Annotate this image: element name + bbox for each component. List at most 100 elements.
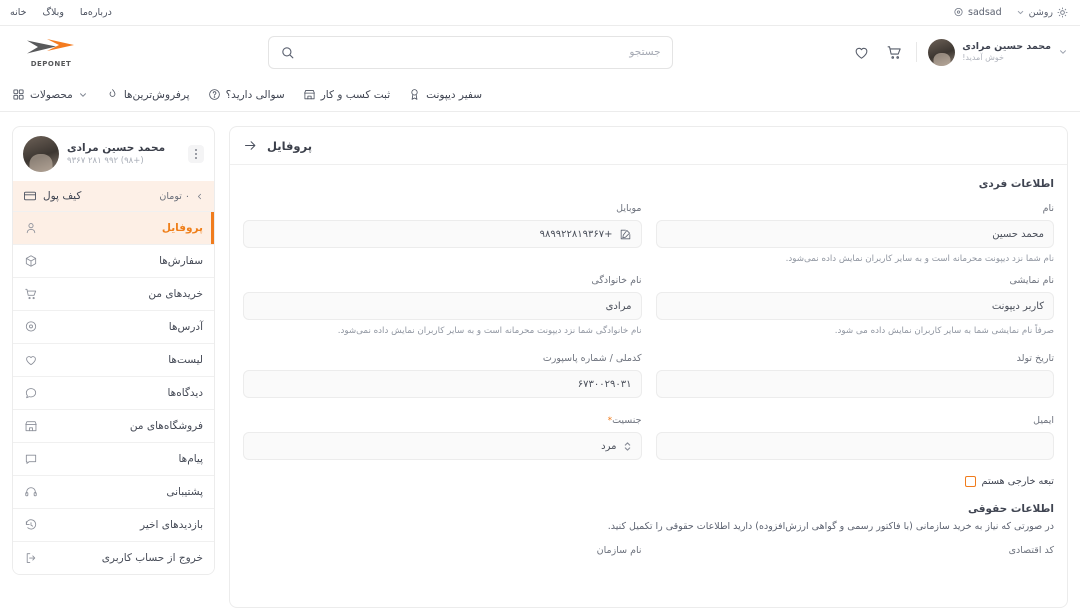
foreign-national-label: تبعه خارجی هستم	[981, 476, 1054, 488]
profile-form: اطلاعات فردی نام محمد حسین نام شما نزد د…	[230, 165, 1067, 571]
top-utility-bar: روشن sadsad درباره‌ما وبلاگ خانه	[0, 0, 1080, 26]
comment-icon	[24, 386, 38, 400]
topbar-link-blog[interactable]: وبلاگ	[43, 7, 64, 18]
sidebar-item-addresses[interactable]: آدرس‌ها	[13, 310, 214, 343]
account-sidebar: محمد حسین مرادی (+۹۸) ۹۹۲ ۲۸۱ ۹۳۶۷ ۰ توم…	[12, 126, 215, 575]
display-name-input[interactable]: کاربر دیپونت	[655, 292, 1054, 321]
field-first-name: نام محمد حسین نام شما نزد دیپونت محرمانه…	[655, 203, 1054, 266]
field-econ-code: کد اقتصادی	[656, 545, 1054, 562]
form-row-5: کد اقتصادی نام سازمان	[243, 545, 1054, 571]
nav-label: ثبت کسب و کار	[320, 88, 391, 101]
field-gender: جنسیت* مرد	[243, 415, 642, 461]
nav-item-bestsellers[interactable]: پرفروش‌ترین‌ها	[106, 88, 190, 101]
nav-item-faq[interactable]: سوالی دارید؟	[208, 88, 285, 101]
gender-label: جنسیت*	[607, 415, 642, 427]
grid-icon	[12, 88, 25, 101]
sidebar-item-messages[interactable]: پیام‌ها	[13, 442, 214, 475]
main-navigation: سفیر دیپونت ثبت کسب و کار سوالی دارید؟ پ…	[0, 78, 1080, 112]
field-mobile: موبایل +۹۸۹۹۲۲۸۱۹۳۶۷	[243, 203, 642, 266]
sidebar-item-orders[interactable]: سفارش‌ها	[13, 244, 214, 277]
national-id-input[interactable]: ۶۷۳۰۰۲۹۰۳۱	[243, 370, 642, 399]
wallet-row[interactable]: ۰ تومان کیف پول	[13, 181, 214, 211]
cart-icon[interactable]	[883, 41, 905, 63]
fire-icon	[106, 88, 119, 101]
theme-switcher[interactable]: روشن	[1016, 7, 1068, 18]
sidebar-item-label: پشتیبانی	[166, 486, 203, 498]
gender-select[interactable]: مرد	[243, 432, 642, 461]
sidebar-item-label: پیام‌ها	[178, 453, 203, 465]
mobile-input[interactable]: +۹۸۹۹۲۲۸۱۹۳۶۷	[243, 220, 642, 248]
arrow-left-icon[interactable]	[243, 138, 258, 153]
medal-icon	[408, 88, 421, 101]
logout-icon	[24, 551, 38, 565]
first-name-label: نام	[1042, 203, 1054, 214]
select-stepper-icon[interactable]	[623, 440, 632, 453]
personal-info-heading: اطلاعات فردی	[978, 178, 1054, 190]
birth-date-input[interactable]	[655, 370, 1054, 399]
header-divider	[916, 42, 918, 62]
last-name-label: نام خانوادگی	[591, 275, 642, 287]
last-name-value: مرادی	[605, 300, 632, 312]
avatar	[928, 38, 956, 66]
search-icon[interactable]	[280, 45, 295, 60]
first-name-input[interactable]: محمد حسین	[655, 220, 1054, 248]
nav-item-register-business[interactable]: ثبت کسب و کار	[303, 88, 390, 101]
last-name-input[interactable]: مرادی	[243, 292, 642, 321]
display-name-value: کاربر دیپونت	[991, 300, 1044, 312]
sidebar-item-support[interactable]: پشتیبانی	[13, 475, 214, 508]
wallet-label-group: کیف پول	[23, 189, 81, 203]
sidebar-item-label: خروج از حساب کاربری	[101, 552, 203, 564]
sidebar-item-logout[interactable]: خروج از حساب کاربری	[13, 541, 214, 574]
store-icon	[24, 419, 38, 433]
user-icon	[24, 221, 38, 235]
box-icon	[24, 254, 38, 268]
sidebar-item-purchases[interactable]: خریدهای من	[13, 277, 214, 310]
sidebar-item-profile[interactable]: پروفایل	[13, 211, 214, 244]
kebab-menu-icon[interactable]	[188, 145, 204, 163]
location-selector[interactable]: sadsad	[953, 7, 1002, 18]
field-display-name: نام نمایشی کاربر دیپونت صرفاً نام نمایشی…	[655, 275, 1054, 338]
first-name-value: محمد حسین	[992, 228, 1044, 240]
edit-pencil-icon[interactable]	[619, 228, 632, 241]
sidebar-item-label: دیدگاه‌ها	[167, 387, 203, 399]
sidebar-item-recent-views[interactable]: بازدیدهای اخیر	[13, 508, 214, 541]
nav-label: پرفروش‌ترین‌ها	[123, 88, 190, 101]
field-birth-date: تاریخ تولد	[655, 353, 1054, 399]
search-input[interactable]: جستجو	[303, 46, 660, 58]
email-field[interactable]	[655, 432, 1054, 461]
deponet-logo-icon: DEPONET	[24, 37, 78, 68]
nav-item-ambassador[interactable]: سفیر دیپونت	[408, 88, 482, 101]
search-bar[interactable]: جستجو	[267, 35, 673, 69]
foreign-national-checkbox-row[interactable]: تبعه خارجی هستم	[243, 476, 1054, 488]
site-logo[interactable]: DEPONET	[12, 37, 90, 68]
question-circle-icon	[208, 88, 221, 101]
sidebar-item-my-stores[interactable]: فروشگاه‌های من	[13, 409, 214, 442]
theme-label: روشن	[1028, 7, 1053, 18]
sidebar-item-lists[interactable]: لیست‌ها	[13, 343, 214, 376]
legal-info-description: در صورتی که نیاز به خرید سازمانی (با فاک…	[607, 521, 1054, 533]
user-account-chip[interactable]: محمد حسین مرادی خوش آمدید!	[928, 38, 1068, 66]
topbar-right-links: درباره‌ما وبلاگ خانه	[10, 7, 112, 18]
site-header: محمد حسین مرادی خوش آمدید! جستجو DEPONET	[0, 26, 1080, 78]
topbar-link-home[interactable]: خانه	[10, 7, 27, 18]
user-name: محمد حسین مرادی	[962, 41, 1051, 53]
nav-item-products[interactable]: محصولات	[12, 88, 88, 101]
wallet-label: کیف پول	[43, 190, 82, 202]
topbar-link-about[interactable]: درباره‌ما	[80, 7, 112, 18]
gender-value: مرد	[601, 440, 617, 452]
sidebar-item-comments[interactable]: دیدگاه‌ها	[13, 376, 214, 409]
national-id-label: کدملی / شماره پاسپورت	[542, 353, 642, 365]
page-title: پروفایل	[267, 138, 313, 153]
profile-card-header: پروفایل	[230, 127, 1067, 165]
sidebar-item-label: خریدهای من	[148, 288, 203, 300]
foreign-national-checkbox[interactable]	[964, 476, 976, 488]
location-label: sadsad	[968, 7, 1002, 18]
heart-icon[interactable]	[850, 41, 872, 63]
national-id-value: ۶۷۳۰۰۲۹۰۳۱	[577, 378, 632, 390]
header-user-zone: محمد حسین مرادی خوش آمدید!	[850, 38, 1068, 66]
page-content: پروفایل اطلاعات فردی نام محمد حسین نام ش…	[0, 112, 1080, 608]
chevron-down-icon	[1016, 8, 1025, 17]
sidebar-item-label: لیست‌ها	[168, 354, 203, 366]
sun-icon	[1057, 7, 1068, 18]
wallet-amount: ۰ تومان	[159, 190, 190, 202]
